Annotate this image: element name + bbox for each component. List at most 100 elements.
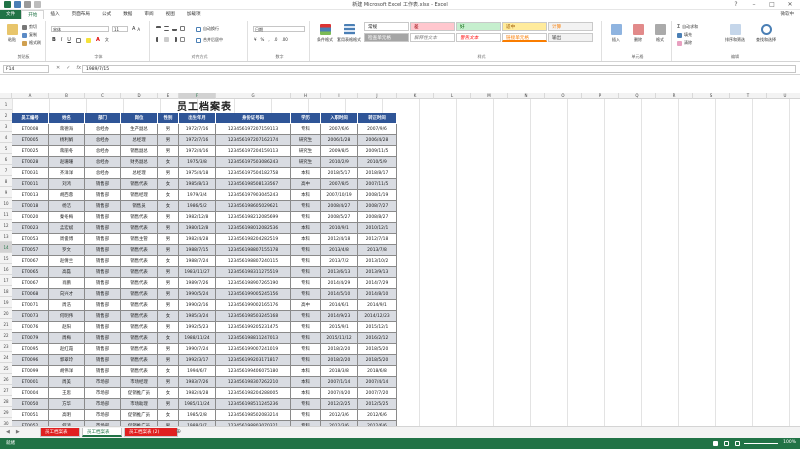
table-cell[interactable]: 转正时间 [358,113,397,124]
table-cell[interactable]: 123456198307262210 [216,377,291,388]
font-color-icon[interactable]: A [96,37,100,43]
confirm-edit-icon[interactable]: ✓ [66,65,70,71]
table-cell[interactable]: 2010/2/9 [321,157,358,168]
row-header-25[interactable]: 25 [0,363,12,374]
table-cell[interactable]: ET0023 [12,223,49,234]
table-cell[interactable]: 周俊博 [49,234,85,245]
table-cell[interactable]: 总经办 [85,168,121,179]
table-cell[interactable]: 男 [158,124,179,135]
find-select-button[interactable]: 查找和选择 [752,23,780,49]
table-cell[interactable]: ET0067 [12,278,49,289]
table-cell[interactable]: ET0011 [12,179,49,190]
table-cell[interactable]: 本科 [291,377,321,388]
table-cell[interactable]: 123456199203171817 [216,355,291,366]
cell-style-9[interactable]: 输出 [548,33,593,42]
table-cell[interactable]: 123456199002165176 [216,300,291,311]
table-cell[interactable]: 2018/5/20 [358,344,397,355]
table-cell[interactable]: 罗文 [49,245,85,256]
align-middle-icon[interactable] [164,26,169,31]
table-cell[interactable]: 1975/4/18 [179,168,216,179]
table-cell[interactable]: 销售副总 [121,146,158,157]
table-cell[interactable]: 2012/3/6 [321,410,358,421]
row-header-22[interactable]: 22 [0,330,12,341]
table-cell[interactable]: ET0051 [12,410,49,421]
row-header-9[interactable]: 9 [0,187,12,198]
row-header-13[interactable]: 13 [0,231,12,242]
tab-7[interactable]: 视图 [160,10,181,19]
table-cell[interactable]: 员工编号 [12,113,49,124]
table-cell[interactable]: 销售代表 [121,333,158,344]
table-cell[interactable]: ET0018 [12,201,49,212]
indent-icon[interactable] [180,37,185,42]
table-cell[interactable]: 2008/4/27 [321,201,358,212]
table-cell[interactable]: 2014/9/1 [358,300,397,311]
table-cell[interactable]: 男 [158,377,179,388]
table-cell[interactable]: 男 [158,344,179,355]
table-cell[interactable]: 1982/4/28 [179,234,216,245]
table-cell[interactable]: 女 [158,256,179,267]
table-cell[interactable]: 1980/12/8 [179,223,216,234]
table-cell[interactable]: 杨洁 [49,201,85,212]
table-cell[interactable]: 专科 [291,212,321,223]
table-cell[interactable]: 销售部 [85,322,121,333]
insert-function-icon[interactable]: fx [76,65,81,71]
clear-button[interactable]: 清除 [677,40,692,46]
table-cell[interactable]: 123456198807155178 [216,245,291,256]
row-header-19[interactable]: 19 [0,297,12,308]
table-cell[interactable]: 男 [158,223,179,234]
table-cell[interactable]: 2008/7/27 [358,201,397,212]
table-cell[interactable]: 女 [158,366,179,377]
sheet-tab-2[interactable]: 员工档案表 (2) [124,428,178,437]
grow-font-icon[interactable]: A [132,26,135,32]
table-cell[interactable]: 高明 [49,410,85,421]
scroll-right-icon[interactable]: ▶ [16,429,20,435]
row-header-15[interactable]: 15 [0,253,12,264]
table-cell[interactable]: 2013/7/2 [321,256,358,267]
scroll-left-icon[interactable]: ◀ [6,429,10,435]
table-cell[interactable]: ET0096 [12,355,49,366]
table-cell[interactable]: 销售代表 [121,300,158,311]
table-cell[interactable]: 专科 [291,322,321,333]
table-cell[interactable]: 2009/8/5 [321,146,358,157]
table-cell[interactable]: 研究生 [291,146,321,157]
table-cell[interactable]: 2008/5/27 [321,212,358,223]
copy-button[interactable]: 复制 [22,32,37,38]
user-name[interactable]: 微软中 [781,11,795,17]
cell-style-1[interactable]: 差 [410,22,455,31]
table-cell[interactable]: 123456198012082536 [216,223,291,234]
table-cell[interactable]: 2012/5/25 [358,399,397,410]
table-cell[interactable]: 肖鹏 [49,278,85,289]
table-cell[interactable]: 2018/6/8 [358,366,397,377]
table-cell[interactable]: 2014/12/23 [358,311,397,322]
table-cell[interactable]: 高中 [291,179,321,190]
align-right-icon[interactable] [172,37,177,42]
table-cell[interactable]: 总经办 [85,157,121,168]
table-cell[interactable]: 总经办 [85,146,121,157]
table-format-button[interactable]: 套用表格格式 [337,23,361,49]
table-cell[interactable]: 2010/9/1 [321,223,358,234]
zoom-slider[interactable] [744,443,778,444]
align-center-icon[interactable] [164,37,169,42]
fill-button[interactable]: 填充 [677,32,692,38]
table-cell[interactable]: 销售部 [85,223,121,234]
table-cell[interactable]: 1989/7/26 [179,278,216,289]
cell-style-0[interactable]: 常规 [364,22,409,31]
table-cell[interactable]: 123456198605029621 [216,201,291,212]
number-format-combo[interactable]: 日期 [253,26,305,32]
table-cell[interactable]: ET0095 [12,344,49,355]
table-cell[interactable]: 女 [158,157,179,168]
table-cell[interactable]: 2012/6/6 [358,410,397,421]
table-cell[interactable]: 2018/8/17 [358,168,397,179]
table-cell[interactable]: 男 [158,146,179,157]
tab-2[interactable]: 插入 [44,10,65,19]
tab-8[interactable]: 加载项 [181,10,207,19]
table-cell[interactable]: 2015/9/1 [321,322,358,333]
cancel-edit-icon[interactable]: ✕ [56,65,60,71]
table-cell[interactable]: 销售部 [85,190,121,201]
table-cell[interactable]: 1992/3/17 [179,355,216,366]
minimize-icon[interactable]: – [748,0,760,9]
table-cell[interactable]: 女 [158,410,179,421]
table-cell[interactable]: 1983/7/26 [179,377,216,388]
table-cell[interactable]: 2007/8/5 [321,179,358,190]
table-cell[interactable]: 学历 [291,113,321,124]
